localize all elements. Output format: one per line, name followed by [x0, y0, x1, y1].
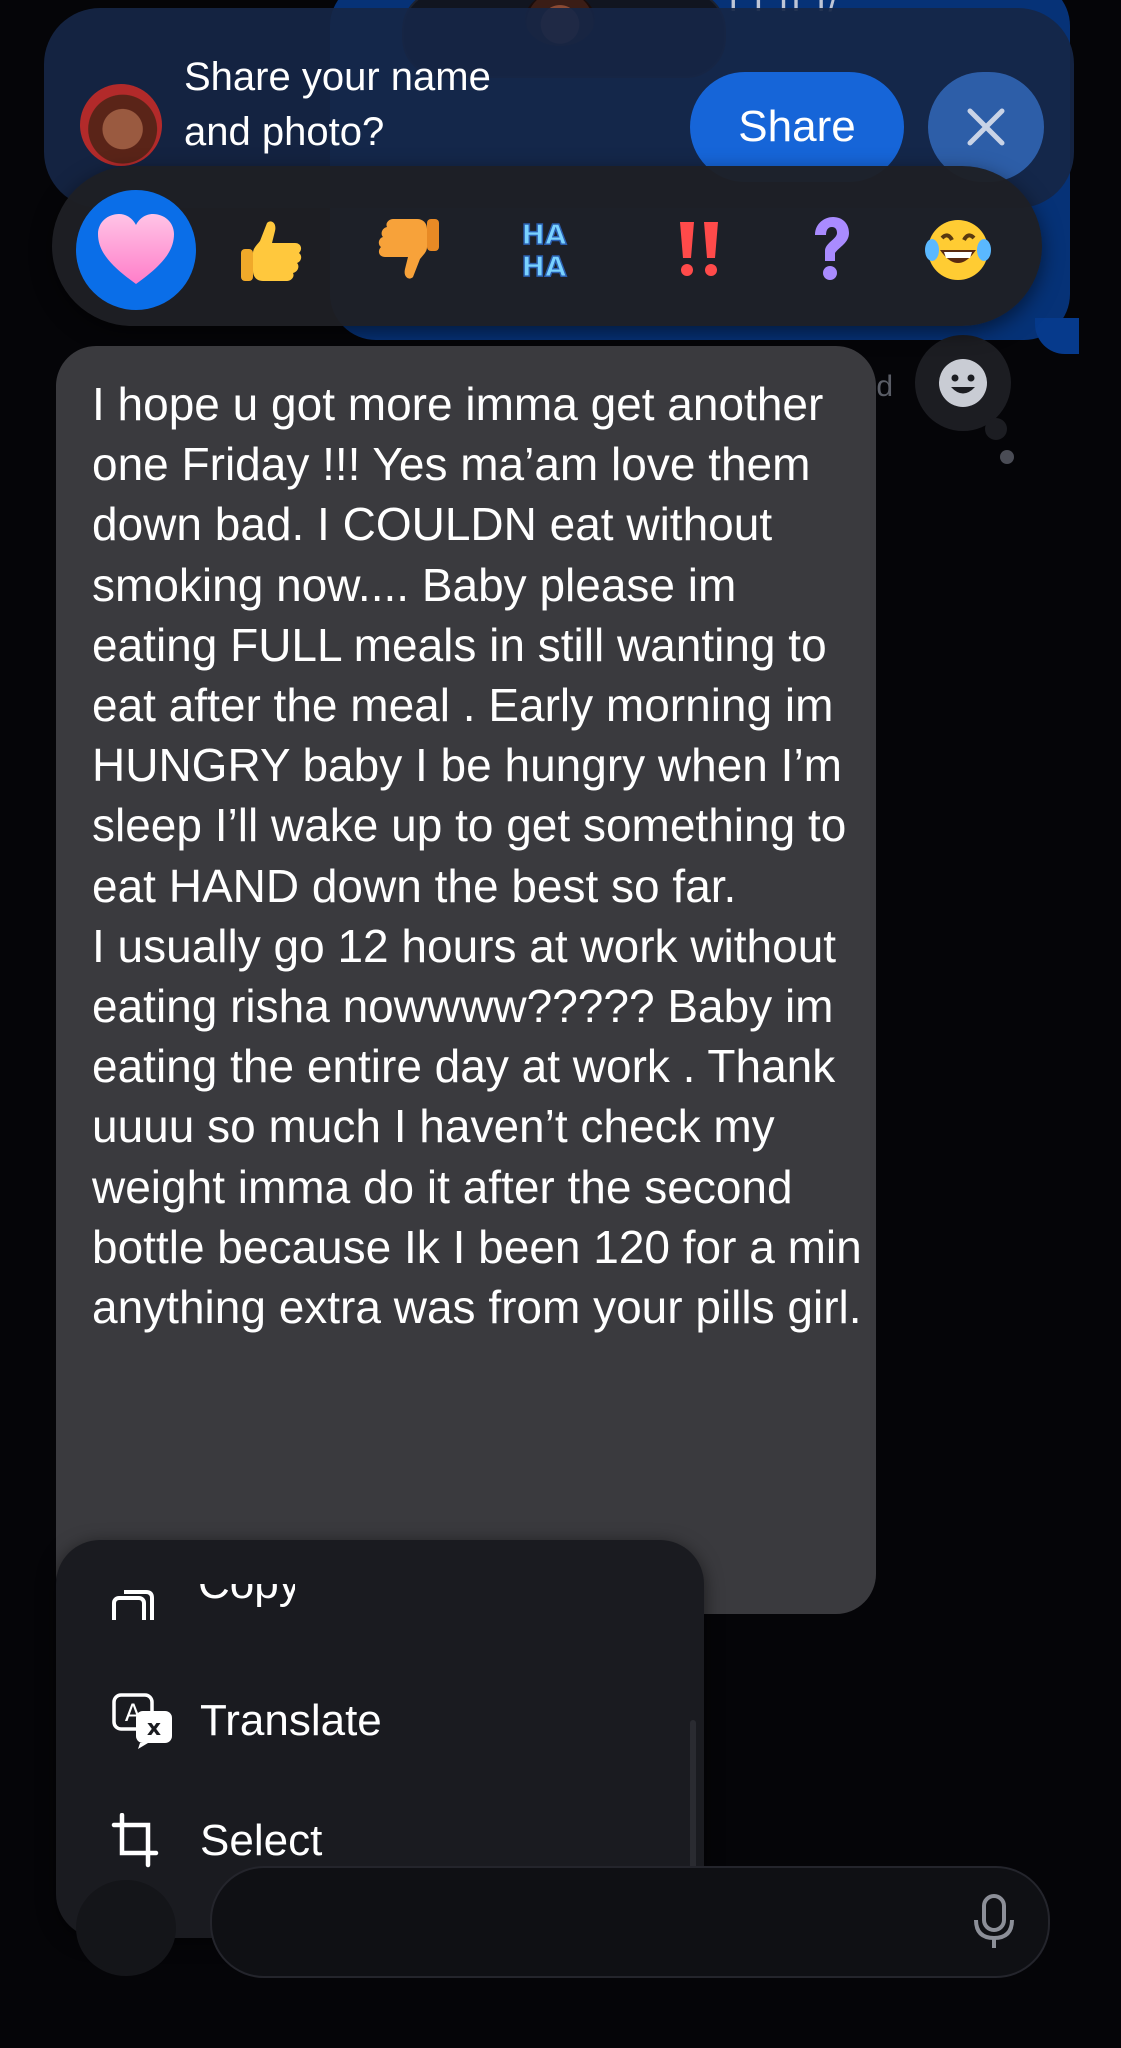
menu-item-translate-label: Translate [200, 1696, 382, 1745]
svg-text:HA: HA [521, 250, 566, 283]
share-prompt-line2: and photo? [184, 110, 385, 154]
share-prompt: Share your name and photo? [184, 50, 544, 160]
close-icon [967, 108, 1005, 146]
reaction-more-partial[interactable] [1018, 190, 1042, 310]
add-tapback-button[interactable] [915, 335, 1011, 431]
background-bubble-tail [1035, 318, 1079, 354]
reaction-question[interactable] [770, 190, 890, 310]
reaction-laughing[interactable] [898, 190, 1018, 310]
thumbs-up-icon [241, 221, 302, 281]
share-prompt-line1: Share your name [184, 55, 491, 99]
translate-icon: A x [112, 1693, 172, 1749]
laughing-face-icon [925, 220, 991, 280]
message-input[interactable] [210, 1866, 1050, 1978]
reaction-thumbs-up[interactable] [212, 190, 332, 310]
share-button-label: Share [738, 102, 856, 151]
heart-icon [98, 214, 174, 284]
svg-text:HA: HA [521, 218, 566, 251]
double-exclamation-icon [680, 222, 718, 276]
menu-item-translate[interactable]: A x Translate [110, 1676, 382, 1766]
message-text: I hope u got more imma get another one F… [92, 378, 862, 1334]
svg-text:x: x [147, 1716, 161, 1741]
menu-item-copy-label: Copy [198, 1584, 295, 1609]
tapback-bubble-dot-small [1000, 450, 1014, 464]
reaction-heart[interactable] [76, 190, 196, 310]
copy-icon [112, 1590, 154, 1620]
menu-item-copy[interactable]: Copy [110, 1584, 295, 1620]
reaction-thumbs-down[interactable] [348, 190, 468, 310]
tapback-reaction-bar: HA HA [52, 166, 1042, 326]
microphone-icon[interactable] [972, 1892, 1016, 1952]
tapback-bubble-dot [985, 418, 1007, 440]
avatar [80, 84, 162, 166]
smiley-icon [939, 359, 987, 407]
question-icon [815, 217, 849, 280]
haha-icon: HA HA [521, 217, 568, 284]
thumbs-down-icon [378, 219, 439, 279]
add-attachment-button[interactable] [76, 1880, 176, 1976]
reaction-haha[interactable]: HA HA [484, 190, 604, 310]
menu-scrollbar[interactable] [690, 1720, 696, 1880]
reaction-exclamation[interactable] [640, 190, 760, 310]
menu-item-select-label: Select [200, 1816, 323, 1865]
crop-icon [111, 1813, 159, 1868]
